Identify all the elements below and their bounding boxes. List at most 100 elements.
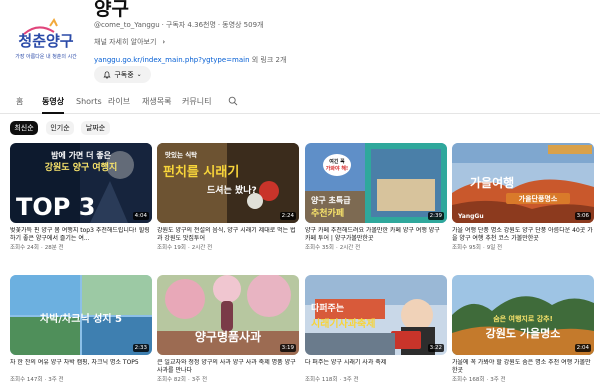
- video-card[interactable]: 숨은 여행지로 강추! 강원도 가을명소 2:04 가을에 꼭 가봐야 할 강원…: [452, 275, 594, 384]
- video-thumbnail[interactable]: 가을여행 가을단풍명소 YangGu 3:06: [452, 143, 594, 223]
- video-card[interactable]: 양구명품사과 3:19 큰 일교차와 청정 양구의 사과 양구 사과 축제 명품…: [157, 275, 299, 384]
- thumbnail-overlay-text: 가을단풍명소: [519, 194, 558, 203]
- tab-home[interactable]: 홈: [16, 96, 23, 114]
- video-title[interactable]: 다 퍼주는 양구 시래기 사과 축제: [305, 359, 447, 375]
- thumbnail-overlay-text: 숨은 여행지로 강추!: [493, 314, 553, 323]
- subscribe-button[interactable]: 구독중 ⌄: [94, 66, 151, 83]
- video-card[interactable]: 가을여행 가을단풍명소 YangGu 3:06 가을 여행 단풍 명소 강원도 …: [452, 143, 594, 252]
- tab-community[interactable]: 커뮤니티: [182, 96, 211, 114]
- video-card[interactable]: 여긴 꼭 가봐야 해! 양구 초특급 추천카페 2:39 양구 카페 추천해드려…: [305, 143, 447, 252]
- subscribe-label: 구독중: [114, 70, 134, 79]
- video-card[interactable]: 차박/차크닉 성지 5 2:33 차 한 잔의 여유 양구 차박 캠핑, 차크닉…: [10, 275, 152, 384]
- filter-latest[interactable]: 최신순: [10, 121, 38, 135]
- video-age: 3주 전: [343, 377, 359, 383]
- video-duration: 3:22: [427, 344, 444, 352]
- meta-dot: ·: [486, 377, 489, 383]
- video-title[interactable]: 차 한 잔의 여유 양구 차박 캠핑, 차크닉 명소 TOP5: [10, 359, 152, 375]
- description-label: 채널 자세히 알아보기: [94, 38, 157, 46]
- meta-dot: ·: [188, 245, 190, 251]
- thumbnail-overlay-text: 다퍼주는: [311, 302, 344, 314]
- video-thumbnail[interactable]: 맛있는 식탁 펀치를 시래기 드셔는 봤나? 2:24: [157, 143, 299, 223]
- video-title[interactable]: 벚꽃가득 핀 양구 봄 여행지 top3 추천해드립니다! 힐링하기 좋은 양구…: [10, 227, 152, 243]
- video-age: 28분 전: [44, 245, 64, 251]
- video-views: 조회수 19회: [157, 245, 186, 251]
- video-meta: 조회수 19회 · 2시간 전: [157, 245, 299, 252]
- channel-handle: @come_to_Yanggu: [94, 21, 160, 29]
- thumbnail-overlay-text: 강원도 양구 여행지: [45, 161, 118, 173]
- thumbnail-overlay-text: 강원도 가을명소: [486, 326, 561, 340]
- video-meta: 조회수 95회 · 9일 전: [452, 245, 594, 252]
- video-age: 3주 전: [48, 377, 64, 383]
- thumbnail-overlay-text: TOP 3: [16, 193, 95, 221]
- meta-dot: ·: [161, 21, 164, 29]
- channel-link[interactable]: yanggu.go.kr/index_main.php?ygtype=main: [94, 56, 250, 64]
- video-duration: 2:04: [574, 344, 591, 352]
- video-card[interactable]: 밤에 가면 더 좋은 강원도 양구 여행지 TOP 3 4:04 벚꽃가득 핀 …: [10, 143, 152, 252]
- video-title[interactable]: 양구 카페 추천해드려요 가볼만한 카페 양구 여행 양구 카페 투어 | 양구…: [305, 227, 447, 243]
- thumbnail-overlay-text: YangGu: [457, 213, 484, 220]
- video-thumbnail[interactable]: 밤에 가면 더 좋은 강원도 양구 여행지 TOP 3 4:04: [10, 143, 152, 223]
- video-duration: 3:19: [279, 344, 296, 352]
- channel-tabs: 홈 동영상 Shorts 라이브 재생목록 커뮤니티: [0, 92, 600, 114]
- video-meta: 조회수 147회 · 3주 전: [10, 377, 152, 384]
- channel-description-link[interactable]: 채널 자세히 알아보기 ›: [94, 38, 574, 47]
- thumbnail-image: 밤에 가면 더 좋은 강원도 양구 여행지 TOP 3: [10, 143, 152, 223]
- video-meta: 조회수 118회 · 3주 전: [305, 377, 447, 384]
- video-age: 3주 전: [490, 377, 506, 383]
- tab-live[interactable]: 라이브: [108, 96, 130, 114]
- thumbnail-overlay-text: 추천카페: [311, 207, 344, 219]
- tab-playlists[interactable]: 재생목록: [142, 96, 171, 114]
- bell-icon: [103, 70, 111, 79]
- video-thumbnail[interactable]: 다퍼주는 시래기사과축제 3:22: [305, 275, 447, 355]
- video-card[interactable]: 다퍼주는 시래기사과축제 3:22 다 퍼주는 양구 시래기 사과 축제 조회수…: [305, 275, 447, 384]
- search-icon[interactable]: [228, 96, 238, 106]
- tab-shorts[interactable]: Shorts: [76, 96, 102, 114]
- meta-dot: ·: [217, 21, 221, 29]
- channel-name: 양구: [94, 0, 129, 20]
- channel-info: 양구 @come_to_Yanggu · 구독자 4.36천명 · 동영상 509개 채…: [94, 0, 574, 83]
- video-title[interactable]: 큰 일교차와 청정 양구의 사과 양구 사과 축제 명품 양구 사과를 만나다: [157, 359, 299, 375]
- channel-header: 청춘양구 가장 아름다운 내 청춘의 시간 양구 @come_to_Yanggu…: [0, 0, 600, 88]
- thumbnail-image: 다퍼주는 시래기사과축제: [305, 275, 447, 355]
- video-count: 동영상 509개: [222, 21, 264, 29]
- channel-avatar[interactable]: 청춘양구 가장 아름다운 내 청춘의 시간: [10, 8, 82, 80]
- video-thumbnail[interactable]: 차박/차크닉 성지 5 2:33: [10, 275, 152, 355]
- meta-dot: ·: [188, 377, 190, 383]
- video-views: 조회수 118회: [305, 377, 338, 383]
- thumbnail-overlay-text: 가봐야 해!: [326, 165, 348, 172]
- filter-oldest[interactable]: 날짜순: [81, 121, 110, 135]
- video-views: 조회수 24회: [10, 245, 39, 251]
- video-age: 9일 전: [486, 245, 503, 251]
- video-meta: 조회수 168회 · 3주 전: [452, 377, 594, 384]
- video-title[interactable]: 가을에 꼭 가봐야 할 강원도 숨은 명소 추천 여행 가볼만한곳: [452, 359, 594, 375]
- video-age: 2시간 전: [191, 245, 213, 251]
- video-meta: 조회수 82회 · 3주 전: [157, 377, 299, 384]
- video-views: 조회수 95회: [452, 245, 481, 251]
- filter-popular[interactable]: 인기순: [46, 121, 74, 135]
- video-thumbnail[interactable]: 양구명품사과 3:19: [157, 275, 299, 355]
- video-meta: 조회수 24회 · 28분 전: [10, 245, 152, 252]
- channel-links: yanggu.go.kr/index_main.php?ygtype=main …: [94, 56, 574, 65]
- video-views: 조회수 168회: [452, 377, 485, 383]
- video-views: 조회수 35회: [305, 245, 334, 251]
- thumbnail-image: 숨은 여행지로 강추! 강원도 가을명소: [452, 275, 594, 355]
- meta-dot: ·: [483, 245, 485, 251]
- thumbnail-overlay-text: 맛있는 식탁: [165, 150, 197, 159]
- tab-videos[interactable]: 동영상: [42, 96, 65, 114]
- thumbnail-overlay-text: 드셔는 봤나?: [207, 184, 257, 196]
- meta-dot: ·: [339, 377, 342, 383]
- video-age: 3주 전: [191, 377, 208, 383]
- thumbnail-image: 여긴 꼭 가봐야 해! 양구 초특급 추천카페: [305, 143, 447, 223]
- meta-dot: ·: [44, 377, 47, 383]
- meta-dot: ·: [336, 245, 338, 251]
- video-title[interactable]: 강원도 양구의 전설의 음식, 양구 시래기 제대로 먹는 법과 강원도 맛집투…: [157, 227, 299, 243]
- video-thumbnail[interactable]: 숨은 여행지로 강추! 강원도 가을명소 2:04: [452, 275, 594, 355]
- video-age: 2시간 전: [339, 245, 361, 251]
- avatar-logo-text: 청춘양구: [18, 32, 73, 50]
- video-card[interactable]: 맛있는 식탁 펀치를 시래기 드셔는 봤나? 2:24 강원도 양구의 전설의 …: [157, 143, 299, 252]
- video-title[interactable]: 가을 여행 단풍 명소 강원도 양구 단풍 아름다운 40곳 가을 양구 여행 …: [452, 227, 594, 243]
- more-links[interactable]: 외 링크 2개: [252, 56, 287, 64]
- chevron-down-icon: ⌄: [136, 71, 142, 78]
- video-thumbnail[interactable]: 여긴 꼭 가봐야 해! 양구 초특급 추천카페 2:39: [305, 143, 447, 223]
- avatar-tagline: 가장 아름다운 내 청춘의 시간: [15, 53, 77, 60]
